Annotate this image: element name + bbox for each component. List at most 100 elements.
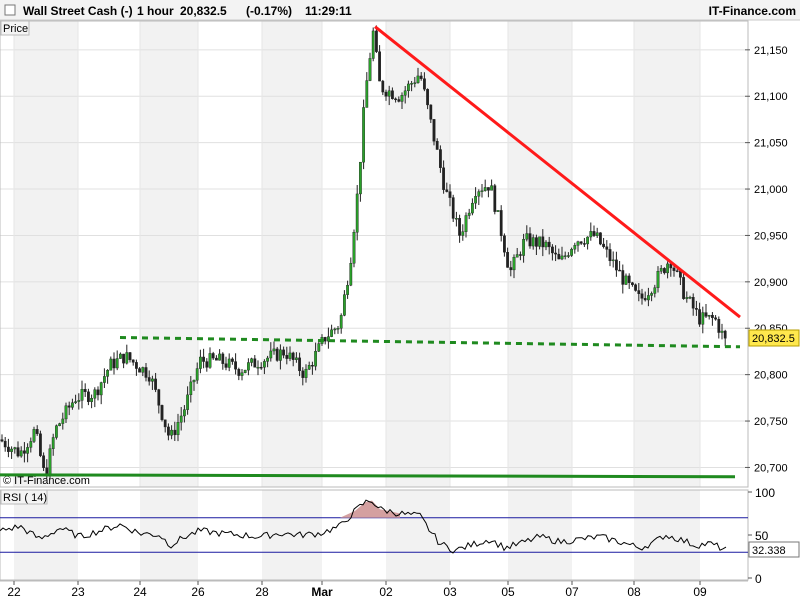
candle-body [109, 358, 113, 371]
candle-body [647, 295, 650, 301]
candle-body [410, 83, 413, 85]
rsi-day-band [634, 490, 700, 580]
candle-body [83, 389, 87, 393]
chart-canvas: Wall Street Cash (-) 1 hour 20,832.5 (-0… [0, 0, 800, 599]
time-tick-label: 03 [443, 585, 457, 599]
candle-body [115, 358, 119, 369]
candle-body [397, 99, 401, 102]
rsi-tick-label: 50 [755, 529, 769, 543]
candle-body [192, 379, 196, 383]
candle-body [253, 358, 257, 368]
candle-body [487, 187, 490, 191]
candle-body [298, 357, 301, 372]
candle-body [77, 400, 81, 402]
last-price-label: 20,832.5 [752, 333, 795, 345]
rsi-day-band [508, 490, 572, 580]
candle-body [61, 418, 65, 424]
collapse-icon[interactable] [4, 4, 16, 16]
candle-body [448, 191, 452, 198]
time-tick-label: 24 [133, 585, 147, 599]
candle-body [224, 363, 228, 368]
price-tick-label: 20,800 [754, 370, 788, 382]
candle-body [263, 361, 266, 368]
candle-body [272, 348, 276, 352]
price-tick-label: 21,050 [754, 138, 788, 150]
candle-body [102, 376, 106, 383]
candle-body [182, 409, 186, 417]
candle-body [640, 293, 644, 299]
rsi-tick-label: 0 [755, 572, 762, 586]
candle-body [509, 267, 513, 271]
candle-body [134, 362, 138, 369]
candle-body [355, 193, 359, 233]
candle-body [35, 429, 39, 434]
candle-body [144, 367, 148, 378]
candle-body [435, 141, 439, 150]
candle-body [400, 95, 404, 102]
price-panel-label: Price [3, 23, 28, 35]
candle-body [138, 368, 141, 373]
candle-body [186, 394, 189, 410]
candle-body [166, 426, 170, 436]
candle-body [365, 80, 369, 108]
candle-body [419, 75, 423, 79]
candle-body [243, 369, 247, 373]
candle-body [663, 268, 666, 274]
candle-body [608, 249, 612, 261]
candle-body [675, 270, 679, 272]
candlestick-series [0, 25, 727, 479]
candle-body [496, 210, 500, 212]
time-tick-label: 26 [191, 585, 205, 599]
time-axis: 22 23 24 26 28 Mar 02 03 05 07 08 09 [0, 580, 748, 599]
candle-body [653, 287, 657, 294]
candle-body [583, 243, 586, 245]
time-tick-label: 07 [565, 585, 579, 599]
candle-body [688, 297, 692, 299]
candle-body [602, 243, 606, 247]
candle-body [67, 405, 71, 408]
candle-body [214, 357, 218, 361]
candle-body [631, 282, 634, 285]
candle-body [467, 212, 471, 216]
candle-body [672, 267, 676, 271]
candle-body [605, 246, 609, 250]
candle-body [218, 353, 221, 361]
candle-body [269, 350, 273, 359]
candle-body [93, 389, 97, 399]
candle-body [256, 366, 260, 369]
candle-body [666, 263, 670, 274]
candle-body [701, 312, 705, 325]
candle-body [42, 455, 46, 468]
candle-body [80, 389, 84, 401]
price-tick-label: 20,950 [754, 230, 788, 242]
candle-body [211, 353, 215, 359]
candle-body [723, 330, 727, 339]
candle-body [384, 91, 388, 97]
time-tick-label: 09 [693, 585, 707, 599]
candle-body [13, 447, 17, 450]
candle-body [90, 398, 94, 402]
day-band [386, 21, 450, 487]
header-source: IT-Finance.com [709, 4, 796, 18]
candle-body [477, 191, 481, 197]
candle-body [483, 187, 487, 191]
candle-body [528, 233, 532, 247]
day-band [634, 21, 700, 487]
time-tick-label: 08 [627, 585, 641, 599]
candle-body [423, 78, 426, 90]
time-tick-label: 05 [501, 585, 515, 599]
candle-body [150, 378, 154, 382]
candle-body [339, 315, 343, 329]
rsi-last-value: 32.338 [752, 545, 786, 557]
candle-body [323, 337, 327, 342]
candle-body [637, 290, 641, 294]
candle-body [381, 80, 385, 93]
candle-body [240, 372, 244, 376]
candle-body [387, 90, 391, 97]
candle-body [198, 356, 202, 369]
candle-body [522, 239, 526, 256]
candle-body [375, 30, 378, 52]
candle-body [695, 308, 698, 310]
candle-body [202, 356, 205, 362]
price-tick-label: 20,900 [754, 277, 788, 289]
